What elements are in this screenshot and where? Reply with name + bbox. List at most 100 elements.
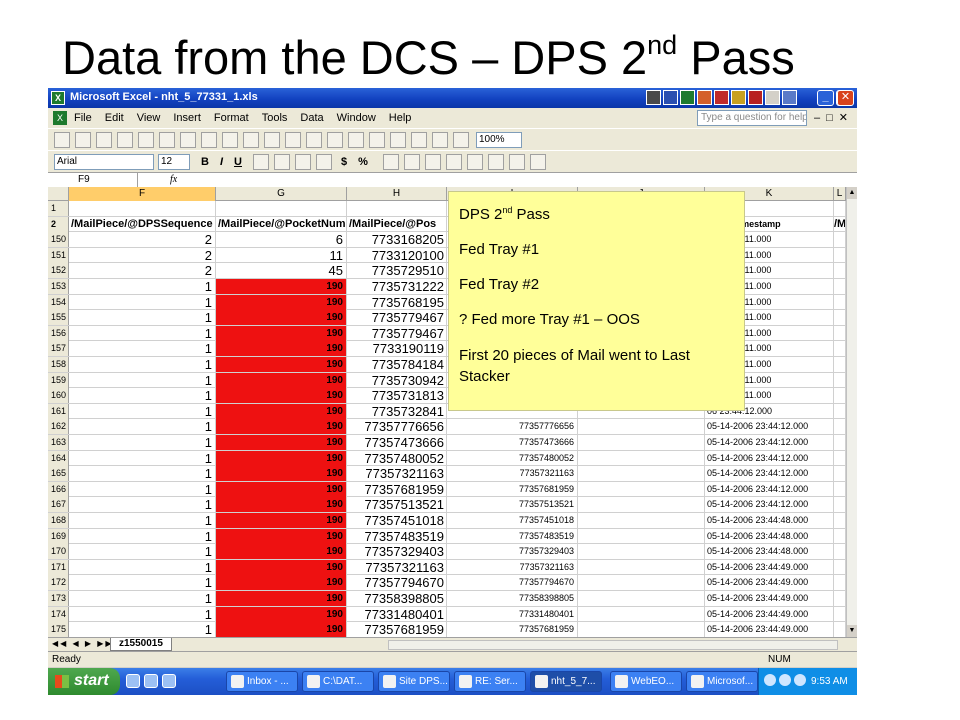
row-number[interactable]: 154 [48,294,69,310]
cell-dps-sequence[interactable]: 1 [69,341,216,357]
cell-pocket-number[interactable]: 190 [216,279,347,294]
table-row[interactable]: 167 1 190 77357513521 77357513521 05-14-2006 … [48,497,846,513]
cell-pos[interactable]: 7735768195 [347,294,447,310]
cell-pos[interactable]: 77357483519 [347,528,447,544]
row-number[interactable]: 157 [48,341,69,357]
cell-l[interactable] [834,591,846,606]
cell-pos[interactable]: 7735731222 [347,279,447,294]
cell-l[interactable] [834,606,846,622]
cell-j[interactable] [578,622,705,637]
taskbar-button[interactable]: WebEO... [610,671,682,692]
cell-pocket-number[interactable]: 190 [216,435,347,450]
cell-timestamp[interactable]: 05-14-2006 23:44:12.000 [705,497,834,513]
align-center-icon[interactable] [274,154,290,170]
cell-j[interactable] [578,559,705,575]
cell-l[interactable] [834,232,846,248]
cell-j[interactable] [578,419,705,435]
cell-pos[interactable]: 77357321163 [347,466,447,482]
cell-pocket-number[interactable]: 190 [216,294,347,310]
table-row[interactable]: 168 1 190 77357451018 77357451018 05-14-2006 … [48,513,846,529]
cell-dps-sequence[interactable]: 1 [69,591,216,606]
row-number[interactable]: 159 [48,372,69,388]
cell-pocket-number[interactable]: 190 [216,481,347,497]
cell-timestamp[interactable]: 05-14-2006 23:44:12.000 [705,435,834,450]
cell-pos[interactable]: 77357329403 [347,544,447,560]
cell-i[interactable]: 77357776656 [447,419,578,435]
workbook-window-controls[interactable]: ‒□✕ [814,111,854,124]
cell-dps-sequence[interactable]: 2 [69,263,216,279]
cell-dps-sequence[interactable]: 1 [69,279,216,294]
spelling-icon[interactable] [180,132,196,148]
cell-l[interactable] [834,357,846,372]
cell-pos[interactable]: 77357513521 [347,497,447,513]
cell-pocket-number[interactable]: 190 [216,513,347,528]
open-icon[interactable] [75,132,91,148]
save-icon[interactable] [96,132,112,148]
horizontal-scrollbar[interactable] [388,640,838,650]
redo-icon[interactable] [327,132,343,148]
header-cell-f[interactable]: /MailPiece/@DPSSequence [69,216,216,232]
cell-pocket-number[interactable]: 190 [216,388,347,404]
row-number[interactable]: 161 [48,403,69,419]
taskbar-button[interactable]: Microsof... [686,671,758,692]
cell-dps-sequence[interactable]: 1 [69,513,216,528]
paste-icon[interactable] [264,132,280,148]
cell-pocket-number[interactable]: 190 [216,325,347,341]
cell-j[interactable] [578,544,705,560]
cell-i[interactable]: 77357321163 [447,466,578,482]
drawing-icon[interactable] [453,132,469,148]
cell-i[interactable]: 77357480052 [447,450,578,466]
cell-pocket-number[interactable]: 190 [216,544,347,560]
cell-timestamp[interactable]: 05-14-2006 23:44:12.000 [705,419,834,435]
italic-button[interactable]: I [217,154,226,170]
cell-dps-sequence[interactable]: 1 [69,310,216,326]
cell-j[interactable] [578,450,705,466]
table-row[interactable]: 173 1 190 77358398805 77358398805 05-14-2006 … [48,591,846,607]
cell-dps-sequence[interactable]: 1 [69,559,216,575]
cell-j[interactable] [578,513,705,528]
row-number[interactable]: 174 [48,606,69,622]
increase-decimal-icon[interactable] [404,154,420,170]
menu-item-view[interactable]: View [137,112,161,124]
cell-g[interactable] [216,201,347,216]
cell-pos[interactable]: 77357321163 [347,559,447,575]
cell-pos[interactable]: 77357794670 [347,575,447,591]
print-preview-icon[interactable] [159,132,175,148]
cell-pocket-number[interactable]: 190 [216,357,347,372]
row-number[interactable]: 175 [48,622,69,637]
outlook-icon[interactable] [144,674,158,688]
row-number[interactable]: 158 [48,357,69,372]
cut-icon[interactable] [222,132,238,148]
font-size-select[interactable]: 12 [158,154,190,170]
cell-dps-sequence[interactable]: 1 [69,497,216,513]
cell-l[interactable] [834,263,846,279]
cell-pos[interactable]: 77357473666 [347,435,447,450]
merge-center-icon[interactable] [316,154,332,170]
app-icon-1[interactable] [646,90,661,105]
cell-dps-sequence[interactable]: 1 [69,419,216,435]
cell-j[interactable] [578,435,705,450]
zoom-select[interactable]: 100% [476,132,522,148]
column-header-g[interactable]: G [216,187,347,201]
cell-dps-sequence[interactable]: 1 [69,481,216,497]
word-icon[interactable] [663,90,678,105]
cell-l[interactable] [834,279,846,294]
cell-dps-sequence[interactable]: 1 [69,466,216,482]
cell-timestamp[interactable]: 05-14-2006 23:44:48.000 [705,528,834,544]
comma-style-icon[interactable] [383,154,399,170]
autosum-icon[interactable] [369,132,385,148]
menu-item-edit[interactable]: Edit [105,112,124,124]
bold-button[interactable]: B [198,154,212,170]
cell-dps-sequence[interactable]: 1 [69,575,216,591]
excel-icon[interactable] [680,90,695,105]
cell-pos[interactable]: 7735730942 [347,372,447,388]
table-row[interactable]: 174 1 190 77331480401 77331480401 05-14-2006 … [48,606,846,623]
sort-descending-icon[interactable] [411,132,427,148]
cell-i[interactable]: 77357329403 [447,544,578,560]
cell-l[interactable] [834,435,846,450]
table-row[interactable]: 170 1 190 77357329403 77357329403 05-14-2006 … [48,544,846,560]
cell-pos[interactable]: 7735779467 [347,325,447,341]
cell-i[interactable]: 77357321163 [447,559,578,575]
row-number[interactable]: 172 [48,575,69,591]
row-number[interactable]: 160 [48,388,69,404]
